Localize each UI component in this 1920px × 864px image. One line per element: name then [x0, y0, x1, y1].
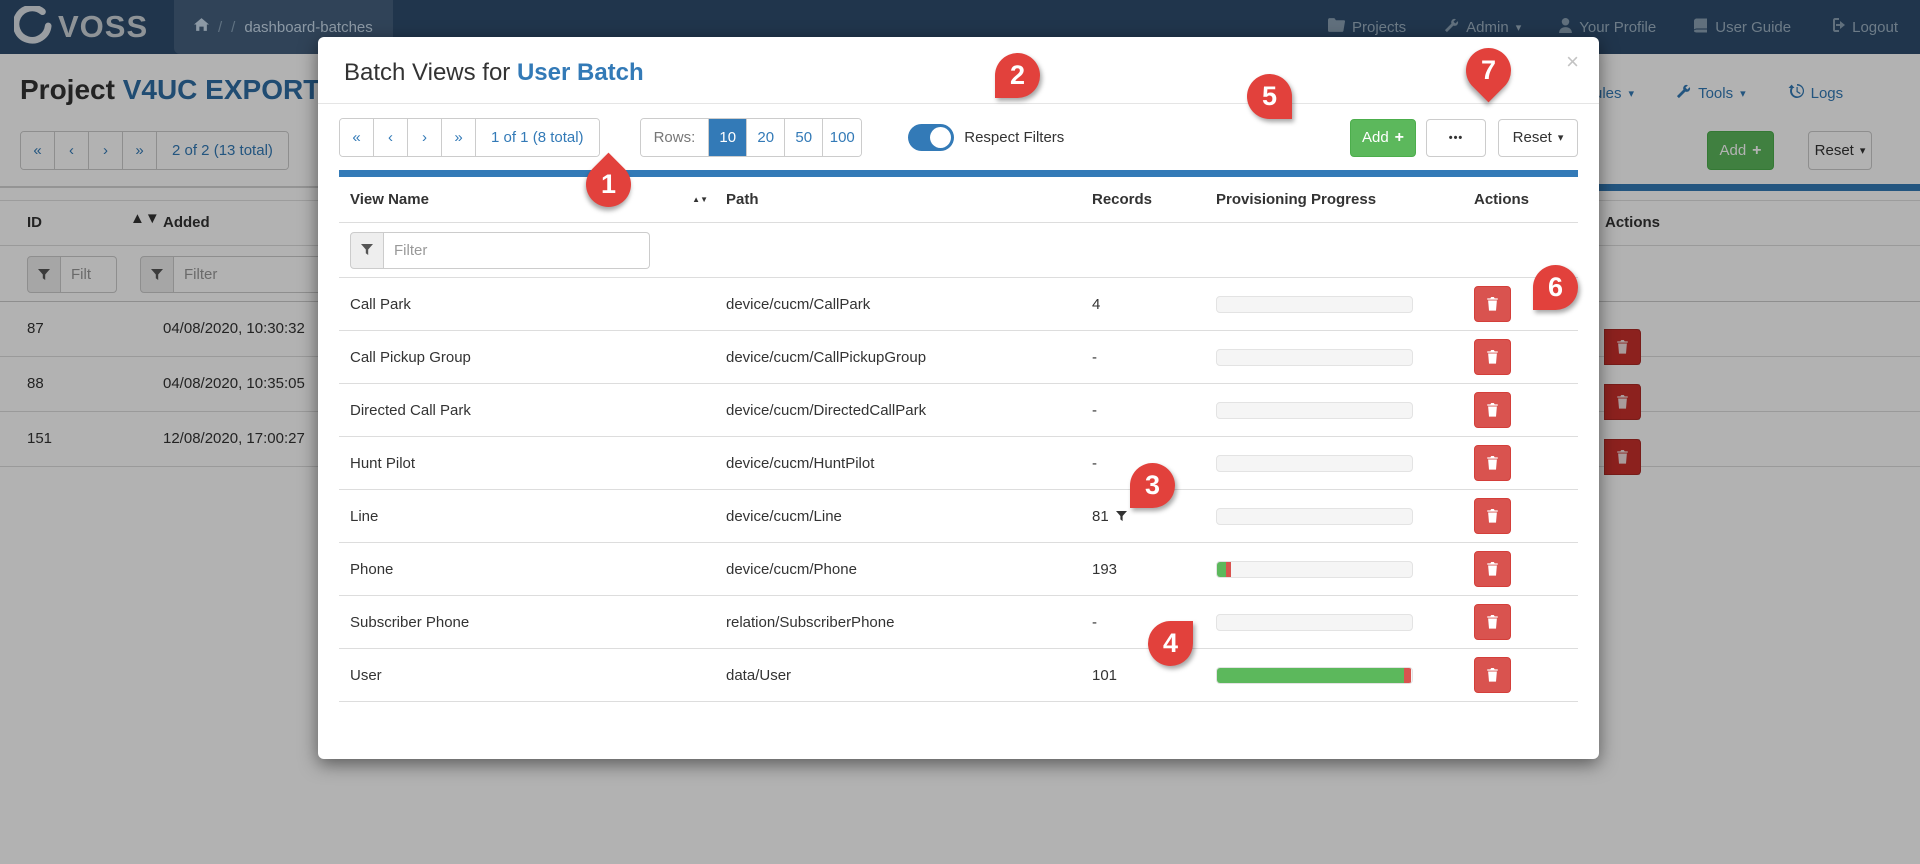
- table-row[interactable]: Subscriber Phone relation/SubscriberPhon…: [339, 596, 1578, 649]
- records-cell: -: [1092, 401, 1097, 419]
- path-cell: data/User: [726, 666, 792, 684]
- progress-bar: [1216, 401, 1413, 419]
- rows-option-20[interactable]: 20: [747, 119, 786, 156]
- more-options-button[interactable]: •••: [1426, 118, 1486, 157]
- callout-badge-5: 5: [1247, 74, 1292, 119]
- table-row[interactable]: Phone device/cucm/Phone 193: [339, 543, 1578, 596]
- table-row[interactable]: User data/User 101: [339, 649, 1578, 702]
- view-name-cell: Phone: [350, 560, 394, 578]
- toggle-knob: [930, 127, 952, 148]
- progress-bar: [1216, 560, 1413, 578]
- callout-badge-2: 2: [995, 53, 1040, 98]
- respect-filters-control: Respect Filters: [908, 124, 1064, 151]
- delete-button[interactable]: [1474, 657, 1511, 693]
- chevron-down-icon: ▾: [1557, 132, 1564, 144]
- progress-success: [1217, 561, 1226, 577]
- close-icon[interactable]: ×: [1566, 49, 1579, 75]
- view-name-cell: User: [350, 666, 382, 684]
- progress-success: [1217, 667, 1405, 683]
- delete-button[interactable]: [1474, 498, 1511, 534]
- delete-button[interactable]: [1474, 551, 1511, 587]
- view-name-cell: Hunt Pilot: [350, 454, 416, 472]
- table-row[interactable]: Call Park device/cucm/CallPark 4: [339, 278, 1578, 331]
- page: VOSS / / dashboard-batches Projects Admi…: [0, 0, 1920, 864]
- progress-fail: [1404, 667, 1411, 683]
- modal-toolbar-buttons: Add + ••• Reset ▾: [1350, 118, 1578, 157]
- delete-button[interactable]: [1474, 604, 1511, 640]
- view-name-filter: [350, 231, 650, 269]
- filter-icon[interactable]: [350, 231, 384, 269]
- modal-toolbar: « ‹ › » 1 of 1 (8 total) Rows: 10 20 50 …: [339, 118, 1578, 157]
- prev-page-button[interactable]: ‹: [374, 119, 408, 156]
- records-cell: 101: [1092, 666, 1118, 684]
- table-row[interactable]: Line device/cucm/Line 81: [339, 490, 1578, 543]
- callout-badge-4: 4: [1148, 621, 1193, 666]
- rows-option-100[interactable]: 100: [823, 119, 862, 156]
- path-cell: device/cucm/CallPickupGroup: [726, 348, 927, 366]
- batch-name: User Batch: [516, 59, 644, 86]
- delete-button[interactable]: [1474, 286, 1511, 322]
- view-name-cell: Directed Call Park: [350, 401, 471, 419]
- batch-views-modal: × Batch Views for User Batch « ‹ › » 1 o…: [318, 37, 1599, 759]
- column-view-name[interactable]: View Name ▲▼: [339, 191, 715, 208]
- first-page-button[interactable]: «: [340, 119, 374, 156]
- column-provisioning-progress: Provisioning Progress: [1216, 191, 1377, 208]
- table-filter-row: [339, 223, 1578, 278]
- progress-bar: [1216, 666, 1413, 684]
- respect-filters-label: Respect Filters: [964, 129, 1065, 146]
- pagination-status: 1 of 1 (8 total): [476, 119, 599, 156]
- modal-pagination: « ‹ › » 1 of 1 (8 total): [339, 118, 600, 157]
- sort-icon[interactable]: ▲▼: [692, 195, 708, 203]
- modal-divider-bar: [339, 170, 1578, 177]
- rows-option-10[interactable]: 10: [709, 119, 748, 156]
- progress-bar: [1216, 454, 1413, 472]
- table-row[interactable]: Hunt Pilot device/cucm/HuntPilot -: [339, 437, 1578, 490]
- table-header-row: View Name ▲▼ Path Records Provisioning P…: [339, 177, 1578, 223]
- reset-button[interactable]: Reset ▾: [1498, 118, 1578, 157]
- plus-icon: +: [1394, 128, 1405, 146]
- rows-label: Rows:: [640, 119, 710, 156]
- view-name-cell: Call Park: [350, 295, 411, 313]
- batch-views-table: View Name ▲▼ Path Records Provisioning P…: [339, 177, 1578, 702]
- callout-badge-3: 3: [1130, 463, 1175, 508]
- view-name-cell: Subscriber Phone: [350, 613, 470, 631]
- progress-bar: [1216, 507, 1413, 525]
- path-cell: device/cucm/CallPark: [726, 295, 871, 313]
- view-name-filter-input[interactable]: [384, 231, 650, 269]
- view-name-cell: Line: [350, 507, 379, 525]
- table-row[interactable]: Directed Call Park device/cucm/DirectedC…: [339, 384, 1578, 437]
- progress-bar: [1216, 295, 1413, 313]
- path-cell: device/cucm/DirectedCallPark: [726, 401, 927, 419]
- table-row[interactable]: Call Pickup Group device/cucm/CallPickup…: [339, 331, 1578, 384]
- callout-badge-6: 6: [1533, 265, 1578, 310]
- column-actions: Actions: [1474, 191, 1530, 208]
- column-path[interactable]: Path: [715, 191, 1081, 208]
- records-cell: -: [1092, 348, 1097, 366]
- progress-fail: [1225, 561, 1231, 577]
- delete-button[interactable]: [1474, 339, 1511, 375]
- add-button[interactable]: Add +: [1350, 118, 1416, 157]
- path-cell: relation/SubscriberPhone: [726, 613, 895, 631]
- respect-filters-toggle[interactable]: [908, 124, 955, 151]
- path-cell: device/cucm/Line: [726, 507, 842, 525]
- view-name-cell: Call Pickup Group: [350, 348, 471, 366]
- delete-button[interactable]: [1474, 392, 1511, 428]
- path-cell: device/cucm/Phone: [726, 560, 857, 578]
- rows-per-page-selector: Rows: 10 20 50 100: [639, 118, 863, 157]
- path-cell: device/cucm/HuntPilot: [726, 454, 875, 472]
- last-page-button[interactable]: »: [442, 119, 476, 156]
- records-cell: 81: [1081, 508, 1205, 525]
- delete-button[interactable]: [1474, 445, 1511, 481]
- next-page-button[interactable]: ›: [408, 119, 442, 156]
- records-cell: 4: [1092, 295, 1101, 313]
- progress-bar: [1216, 348, 1413, 366]
- records-cell: 193: [1092, 560, 1118, 578]
- rows-option-50[interactable]: 50: [785, 119, 824, 156]
- column-records: Records: [1092, 191, 1153, 208]
- modal-title: Batch Views for User Batch: [318, 37, 1599, 104]
- filter-applied-icon[interactable]: [1115, 510, 1127, 522]
- progress-bar: [1216, 613, 1413, 631]
